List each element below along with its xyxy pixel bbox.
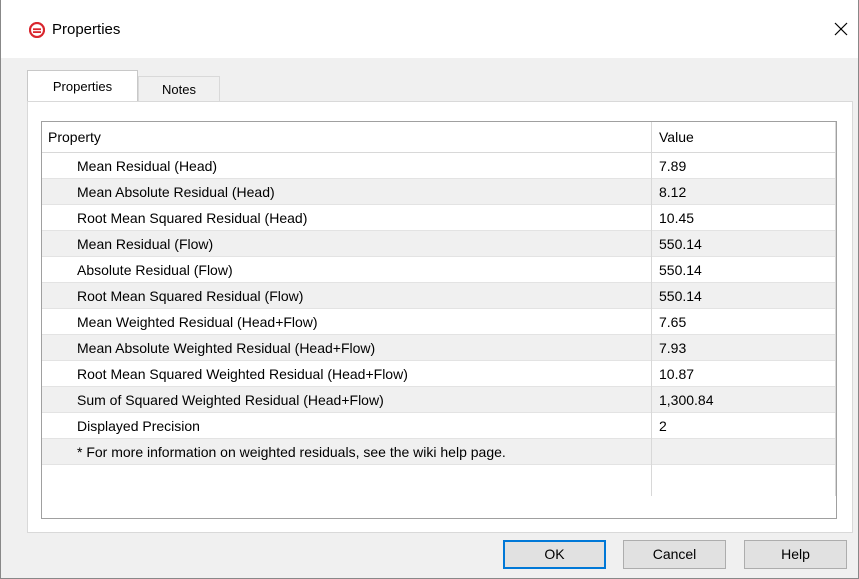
table-row[interactable]: Displayed Precision 2 xyxy=(42,413,836,439)
close-icon xyxy=(834,22,848,39)
table-row[interactable]: * For more information on weighted resid… xyxy=(42,439,836,465)
help-button[interactable]: Help xyxy=(744,540,847,569)
property-value[interactable]: 550.14 xyxy=(659,257,702,283)
tab-properties[interactable]: Properties xyxy=(27,70,138,101)
column-header-value[interactable]: Value xyxy=(659,122,694,152)
property-value[interactable]: 7.65 xyxy=(659,309,686,335)
property-name: * For more information on weighted resid… xyxy=(77,444,506,460)
column-divider[interactable] xyxy=(651,122,652,496)
window-title: Properties xyxy=(52,21,121,38)
property-name: Sum of Squared Weighted Residual (Head+F… xyxy=(77,392,384,408)
property-name: Displayed Precision xyxy=(77,418,200,434)
properties-grid[interactable]: Property Value Mean Residual (Head) 7.89… xyxy=(41,121,837,519)
property-value[interactable]: 8.12 xyxy=(659,179,686,205)
property-name: Root Mean Squared Residual (Flow) xyxy=(77,288,304,304)
property-name: Root Mean Squared Weighted Residual (Hea… xyxy=(77,366,408,382)
properties-dialog: Properties Properties Notes Property Val… xyxy=(0,0,859,579)
property-value[interactable]: 2 xyxy=(659,413,667,439)
table-row[interactable]: Mean Residual (Flow) 550.14 xyxy=(42,231,836,257)
table-row[interactable]: Root Mean Squared Weighted Residual (Hea… xyxy=(42,361,836,387)
cancel-button[interactable]: Cancel xyxy=(623,540,726,569)
table-row[interactable]: Mean Weighted Residual (Head+Flow) 7.65 xyxy=(42,309,836,335)
property-name: Mean Residual (Head) xyxy=(77,158,218,174)
table-row[interactable]: Mean Residual (Head) 7.89 xyxy=(42,153,836,179)
property-name: Absolute Residual (Flow) xyxy=(77,262,233,278)
table-row[interactable]: Mean Absolute Residual (Head) 8.12 xyxy=(42,179,836,205)
property-value[interactable]: 550.14 xyxy=(659,283,702,309)
property-value[interactable]: 10.87 xyxy=(659,361,694,387)
property-name: Mean Weighted Residual (Head+Flow) xyxy=(77,314,318,330)
property-name: Mean Absolute Weighted Residual (Head+Fl… xyxy=(77,340,376,356)
property-value[interactable]: 1,300.84 xyxy=(659,387,714,413)
property-name: Root Mean Squared Residual (Head) xyxy=(77,210,308,226)
property-name: Mean Absolute Residual (Head) xyxy=(77,184,275,200)
table-row[interactable]: Sum of Squared Weighted Residual (Head+F… xyxy=(42,387,836,413)
title-bar: Properties xyxy=(1,0,858,58)
gms-logo-icon xyxy=(28,21,46,39)
table-row[interactable]: Mean Absolute Weighted Residual (Head+Fl… xyxy=(42,335,836,361)
table-row[interactable]: Root Mean Squared Residual (Head) 10.45 xyxy=(42,205,836,231)
grid-header: Property Value xyxy=(42,122,836,153)
property-name: Mean Residual (Flow) xyxy=(77,236,214,252)
table-row[interactable]: Root Mean Squared Residual (Flow) 550.14 xyxy=(42,283,836,309)
property-value[interactable]: 7.89 xyxy=(659,153,686,179)
property-value[interactable]: 7.93 xyxy=(659,335,686,361)
close-button[interactable] xyxy=(823,12,859,48)
property-value[interactable]: 10.45 xyxy=(659,205,694,231)
column-header-property[interactable]: Property xyxy=(48,122,101,152)
grid-right-edge xyxy=(835,122,836,496)
property-value[interactable]: 550.14 xyxy=(659,231,702,257)
table-row[interactable]: Absolute Residual (Flow) 550.14 xyxy=(42,257,836,283)
ok-button[interactable]: OK xyxy=(503,540,606,569)
tab-panel-properties: Property Value Mean Residual (Head) 7.89… xyxy=(27,101,853,533)
tab-notes[interactable]: Notes xyxy=(138,76,220,101)
